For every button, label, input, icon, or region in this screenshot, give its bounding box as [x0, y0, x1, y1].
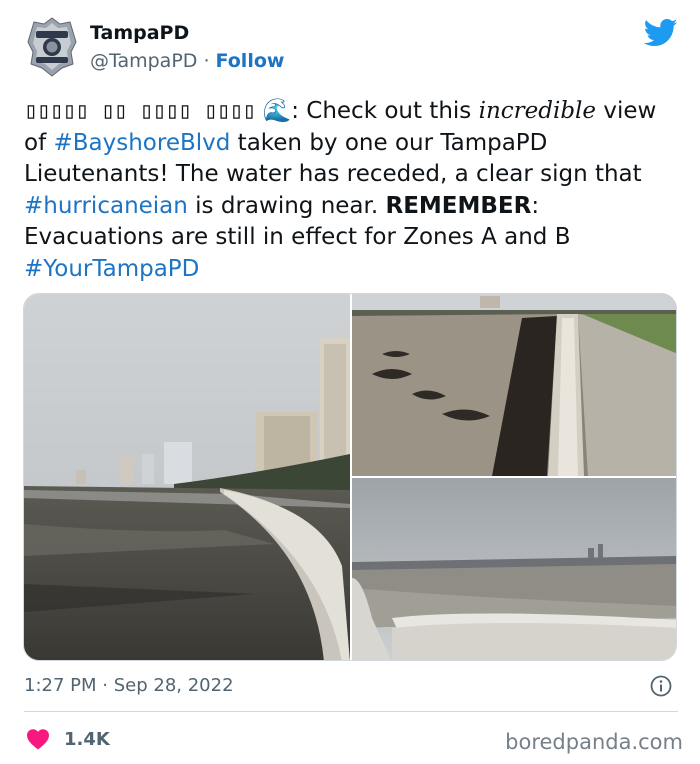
unrendered-glyphs: ▯▯▯▯▯ ▯▯ ▯▯▯▯ ▯▯▯▯	[24, 98, 256, 124]
watermark: boredpanda.com	[505, 730, 683, 754]
handle-separator: ·	[203, 50, 210, 72]
twitter-bird-icon[interactable]	[643, 18, 678, 48]
tweet-text-bold: REMEMBER	[385, 192, 532, 219]
divider	[24, 711, 678, 712]
info-icon[interactable]	[649, 674, 673, 698]
wave-emoji: 🌊	[262, 98, 292, 124]
post-date: Sep 28, 2022	[113, 675, 234, 696]
timestamp[interactable]: 1:27 PM · Sep 28, 2022	[24, 675, 234, 696]
follow-button[interactable]: Follow	[216, 50, 285, 72]
timestamp-separator: ·	[102, 675, 108, 696]
tweet-text-part: is drawing near.	[187, 192, 386, 219]
account-handle[interactable]: @TampaPD	[90, 50, 197, 72]
media-grid	[23, 293, 677, 661]
tweet-text: ▯▯▯▯▯ ▯▯ ▯▯▯▯ ▯▯▯▯ 🌊: Check out this inc…	[24, 96, 684, 285]
tweet-text-italic: incredible	[478, 98, 597, 124]
hashtag-yourtampapd[interactable]: #YourTampaPD	[24, 256, 199, 282]
handle-line: @TampaPD · Follow	[90, 50, 284, 72]
tweet-text-part: : Check out this	[291, 98, 479, 124]
photo-receded-shoreline[interactable]	[352, 294, 676, 476]
photo-bayshore-skyline[interactable]	[24, 294, 350, 660]
post-time: 1:27 PM	[24, 675, 97, 696]
hashtag-bayshoreblvd[interactable]: #BayshoreBlvd	[53, 130, 230, 156]
hashtag-hurricaneian[interactable]: #hurricaneian	[24, 193, 188, 219]
tweet-header: TampaPD @TampaPD · Follow	[0, 0, 700, 90]
likes-count: 1.4K	[64, 728, 110, 750]
photo-seawall-bay[interactable]	[352, 478, 676, 660]
tampapd-badge-avatar[interactable]	[26, 16, 78, 78]
account-name[interactable]: TampaPD	[90, 22, 189, 44]
heart-icon[interactable]	[26, 728, 50, 750]
like-action[interactable]: 1.4K	[26, 725, 110, 753]
